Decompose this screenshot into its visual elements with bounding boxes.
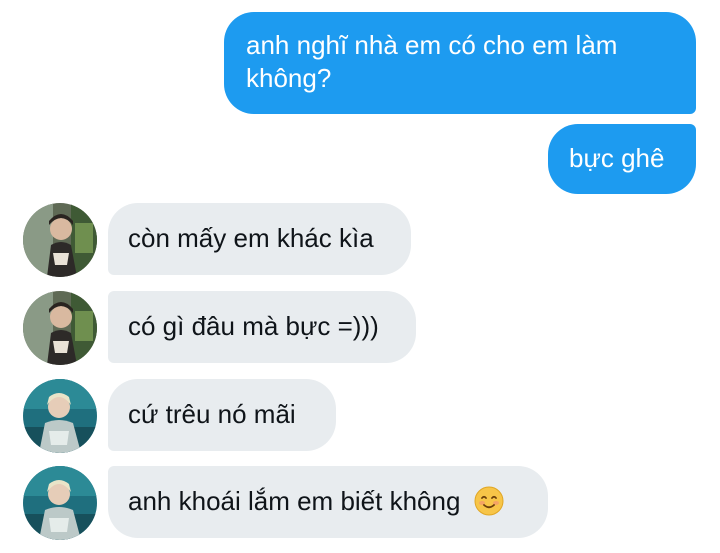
message-bubble-incoming[interactable]: anh khoái lắm em biết không [108, 466, 548, 538]
avatar-icon-2 [23, 379, 97, 453]
avatar-icon-1 [23, 291, 97, 365]
avatar-icon-1 [23, 203, 97, 277]
message-bubble-incoming[interactable]: còn mấy em khác kìa [108, 203, 411, 275]
message-text: anh nghĩ nhà em có cho em làm không? [246, 30, 618, 93]
message-text: có gì đâu mà bực =))) [128, 311, 379, 341]
message-text: còn mấy em khác kìa [128, 223, 374, 253]
chat-thread: anh nghĩ nhà em có cho em làm không? bực… [0, 0, 720, 553]
user-avatar[interactable] [23, 203, 97, 277]
message-bubble-incoming[interactable]: cứ trêu nó mãi [108, 379, 336, 451]
user-avatar[interactable] [23, 291, 97, 365]
message-text: cứ trêu nó mãi [128, 399, 296, 429]
user-avatar[interactable] [23, 466, 97, 540]
avatar-icon-2 [23, 466, 97, 540]
message-text: bực ghê [569, 143, 665, 173]
message-bubble-outgoing[interactable]: bực ghê [548, 124, 696, 194]
message-bubble-outgoing[interactable]: anh nghĩ nhà em có cho em làm không? [224, 12, 696, 114]
user-avatar[interactable] [23, 379, 97, 453]
smiling-face-icon [474, 486, 504, 516]
message-bubble-incoming[interactable]: có gì đâu mà bực =))) [108, 291, 416, 363]
message-text: anh khoái lắm em biết không [128, 486, 461, 516]
